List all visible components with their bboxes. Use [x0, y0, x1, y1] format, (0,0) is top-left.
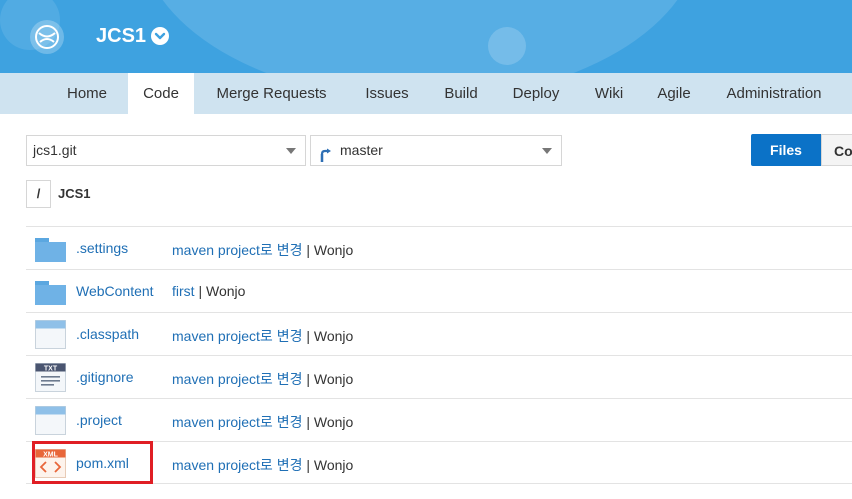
commit-message[interactable]: maven project로 변경	[172, 371, 302, 387]
file-row[interactable]: .project maven project로 변경 | Wonjo	[26, 398, 852, 441]
commit-separator: |	[194, 283, 206, 299]
commit-separator: |	[302, 242, 314, 258]
commit-message[interactable]: maven project로 변경	[172, 242, 302, 258]
commit-info: maven project로 변경 | Wonjo	[172, 455, 353, 475]
commit-info: first | Wonjo	[172, 283, 245, 299]
project-nav: Home Code Merge Requests Issues Build De…	[0, 73, 852, 114]
commit-author: Wonjo	[313, 371, 354, 387]
tab-home[interactable]: Home	[52, 73, 122, 114]
repository-select[interactable]: jcs1.git	[26, 135, 306, 166]
commit-info: maven project로 변경 | Wonjo	[172, 369, 353, 389]
header-decoration	[140, 0, 700, 73]
file-row[interactable]: .settings maven project로 변경 | Wonjo	[26, 226, 852, 269]
caret-down-icon	[542, 148, 552, 154]
branch-select-value: master	[340, 142, 383, 158]
branch-select[interactable]: master	[310, 135, 562, 166]
project-logo-icon[interactable]	[30, 20, 64, 54]
commit-info: maven project로 변경 | Wonjo	[172, 326, 353, 346]
file-name[interactable]: .settings	[76, 240, 128, 256]
file-row[interactable]: WebContent first | Wonjo	[26, 269, 852, 312]
commit-info: maven project로 변경 | Wonjo	[172, 412, 353, 432]
commit-message[interactable]: maven project로 변경	[172, 457, 302, 473]
repository-select-value: jcs1.git	[33, 142, 77, 158]
folder-icon	[35, 238, 66, 262]
breadcrumb-root[interactable]: /	[26, 180, 51, 208]
commit-info: maven project로 변경 | Wonjo	[172, 240, 353, 260]
file-icon	[35, 406, 66, 435]
caret-down-icon	[286, 148, 296, 154]
branch-icon	[319, 144, 333, 173]
txt-badge: TXT	[44, 365, 58, 372]
files-view-button[interactable]: Files	[751, 134, 821, 166]
commits-view-button[interactable]: Co	[821, 134, 852, 166]
file-name[interactable]: .gitignore	[76, 369, 134, 385]
breadcrumb-current: JCS1	[58, 186, 91, 201]
file-row[interactable]: .classpath maven project로 변경 | Wonjo	[26, 312, 852, 355]
tab-build[interactable]: Build	[436, 73, 486, 114]
commit-message[interactable]: maven project로 변경	[172, 414, 302, 430]
tab-wiki[interactable]: Wiki	[585, 73, 633, 114]
commit-author: Wonjo	[205, 283, 246, 299]
tab-administration[interactable]: Administration	[718, 73, 830, 114]
highlight-box	[32, 441, 153, 484]
file-icon	[35, 320, 66, 349]
commit-author: Wonjo	[313, 457, 354, 473]
file-name[interactable]: WebContent	[76, 283, 154, 299]
commit-separator: |	[302, 457, 314, 473]
file-row[interactable]: TXT .gitignore maven project로 변경 | Wonjo	[26, 355, 852, 398]
app-header: JCS1	[0, 0, 852, 73]
text-file-icon: TXT	[35, 363, 66, 392]
commit-message[interactable]: first	[172, 283, 195, 299]
commit-separator: |	[302, 328, 314, 344]
tab-deploy[interactable]: Deploy	[503, 73, 569, 114]
commit-separator: |	[302, 371, 314, 387]
file-name[interactable]: .classpath	[76, 326, 139, 342]
header-decoration	[488, 27, 526, 65]
file-name[interactable]: .project	[76, 412, 122, 428]
commit-separator: |	[302, 414, 314, 430]
tab-agile[interactable]: Agile	[648, 73, 700, 114]
commit-author: Wonjo	[313, 242, 354, 258]
tab-code[interactable]: Code	[128, 73, 194, 114]
commit-author: Wonjo	[313, 328, 354, 344]
project-title[interactable]: JCS1	[96, 24, 146, 48]
commit-author: Wonjo	[313, 414, 354, 430]
commit-message[interactable]: maven project로 변경	[172, 328, 302, 344]
folder-icon	[35, 281, 66, 305]
tab-issues[interactable]: Issues	[354, 73, 420, 114]
tab-merge-requests[interactable]: Merge Requests	[206, 73, 337, 114]
chevron-down-icon[interactable]	[151, 27, 169, 45]
